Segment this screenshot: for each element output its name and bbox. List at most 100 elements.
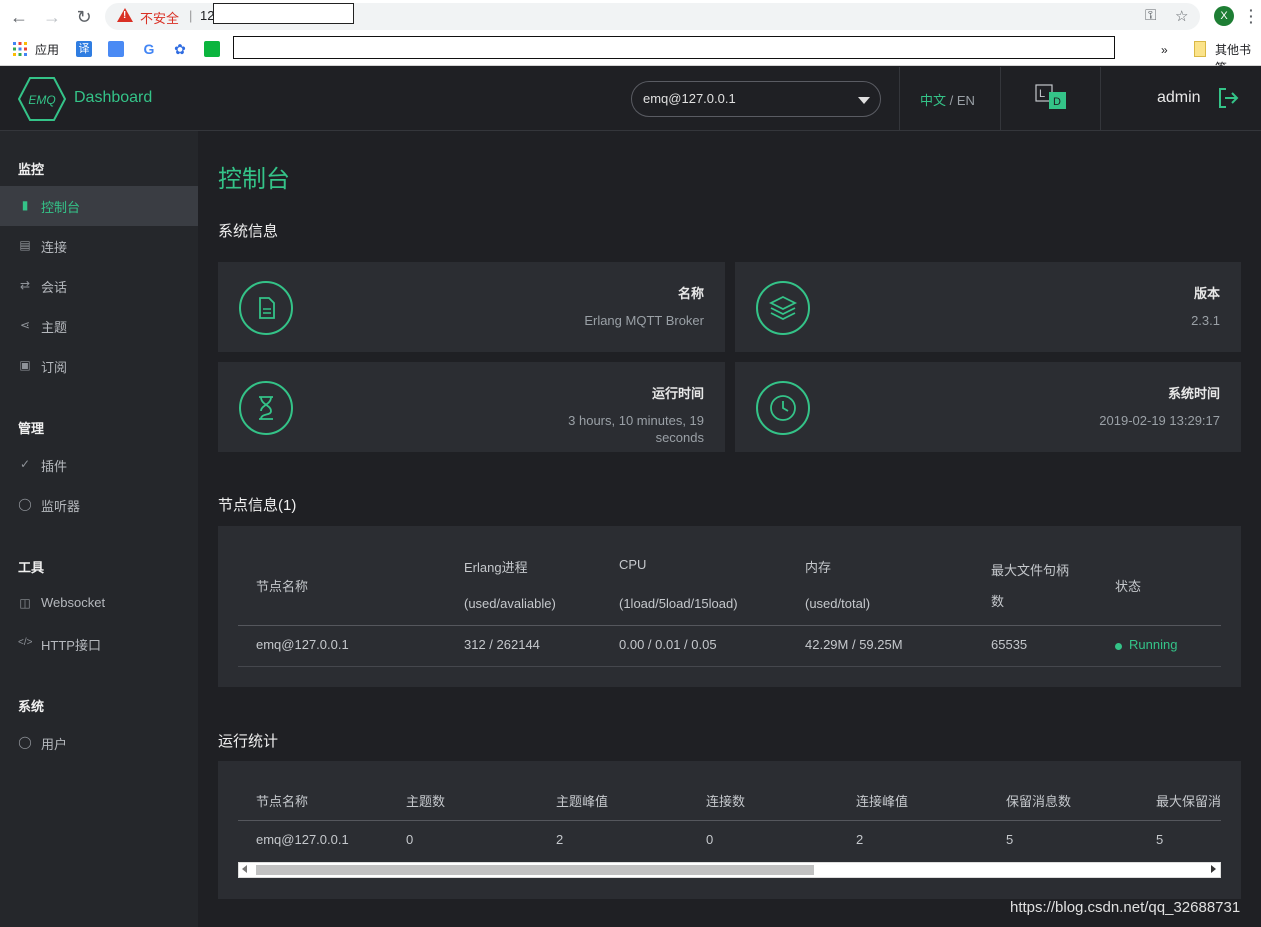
- table-cell: 312 / 262144: [464, 637, 540, 652]
- stats-table: 节点名称 主题数 主题峰值 连接数 连接峰值 保留消息数 最大保留消 emq@1…: [218, 761, 1241, 899]
- header-divider: [1100, 67, 1101, 131]
- language-switch[interactable]: 中文 / EN: [920, 90, 975, 109]
- star-icon[interactable]: ☆: [1175, 7, 1188, 25]
- sidebar-group-system: 系统: [18, 699, 45, 714]
- table-header: 节点名称: [256, 579, 309, 594]
- nodes-table: 节点名称 Erlang进程 (used/avaliable) CPU (1loa…: [218, 526, 1241, 687]
- sidebar-item-label: 插件: [41, 459, 68, 474]
- baidu-paw-icon[interactable]: ✿: [172, 41, 188, 57]
- layers-icon: [756, 281, 810, 335]
- google-translate-icon[interactable]: [108, 41, 124, 57]
- sidebar-item-websocket[interactable]: ◫ Websocket: [0, 584, 198, 624]
- iqiyi-icon[interactable]: [204, 41, 220, 57]
- address-bar[interactable]: 不安全 | 12 ⚿ ☆: [105, 3, 1200, 30]
- logo-text: EMQ: [28, 93, 55, 107]
- node-select[interactable]: emq@127.0.0.1: [631, 81, 881, 117]
- table-cell: 0: [706, 832, 714, 847]
- sidebar-item-label: 主题: [41, 320, 68, 335]
- table-header: 状态: [1115, 579, 1142, 594]
- emq-logo-icon[interactable]: EMQ: [18, 77, 66, 121]
- info-card-value: 3 hours, 10 minutes, 19 seconds: [568, 412, 704, 446]
- scroll-right-icon[interactable]: [1211, 865, 1216, 873]
- more-bookmarks-icon[interactable]: »: [1161, 41, 1168, 59]
- info-card-value: Erlang MQTT Broker: [584, 313, 704, 328]
- table-header: 最大文件句柄: [991, 563, 1070, 578]
- sidebar-item-plugins[interactable]: ✓ 插件: [0, 445, 198, 485]
- info-card-value: 2.3.1: [1191, 313, 1220, 328]
- scroll-thumb[interactable]: [256, 865, 814, 875]
- table-cell: 2: [556, 832, 564, 847]
- clock-icon: [756, 381, 810, 435]
- sidebar-item-http-api[interactable]: </> HTTP接口: [0, 624, 198, 664]
- sidebar-item-subscriptions[interactable]: ▣ 订阅: [0, 346, 198, 386]
- table-header: 最大保留消: [1156, 794, 1221, 809]
- table-cell: 5: [1006, 832, 1014, 847]
- table-cell: 0: [406, 832, 414, 847]
- key-icon[interactable]: ⚿: [1145, 7, 1156, 24]
- google-icon[interactable]: G: [141, 41, 157, 57]
- header-divider: [1000, 67, 1001, 131]
- table-cell: 5: [1156, 832, 1164, 847]
- bookmarks-redaction: [233, 36, 1115, 59]
- svg-text:L: L: [1039, 88, 1045, 100]
- other-bookmarks[interactable]: 其他书签: [1215, 41, 1261, 75]
- sidebar-item-topics[interactable]: ⋖ 主题: [0, 306, 198, 346]
- sidebar-item-label: 用户: [41, 737, 68, 752]
- app-title[interactable]: Dashboard: [74, 89, 152, 107]
- sidebar-item-label: Websocket: [41, 595, 106, 610]
- user-name[interactable]: admin: [1157, 89, 1201, 107]
- lang-cn[interactable]: 中文: [920, 93, 946, 108]
- sidebar-group-manage: 管理: [18, 421, 45, 436]
- url-separator: |: [189, 8, 193, 23]
- profile-avatar[interactable]: X: [1214, 6, 1234, 26]
- scroll-left-icon[interactable]: [242, 865, 247, 873]
- sidebar-item-label: 控制台: [41, 200, 81, 215]
- table-cell: 65535: [991, 637, 1028, 652]
- sidebar-item-users[interactable]: ◯ 用户: [0, 723, 198, 763]
- lang-en[interactable]: EN: [957, 93, 975, 108]
- connection-icon: ▤: [19, 238, 31, 252]
- info-card-value: 2019-02-19 13:29:17: [1099, 413, 1220, 428]
- info-card-label: 运行时间: [651, 386, 704, 401]
- bar-chart-icon: ▮: [21, 198, 29, 212]
- apps-grid-icon[interactable]: [12, 41, 28, 57]
- bookmarks-bar: 应用 译 G ✿ » 其他书签: [0, 33, 1261, 75]
- sidebar-item-label: 订阅: [41, 360, 68, 375]
- svg-text:D: D: [1053, 96, 1061, 108]
- table-cell: 0.00 / 0.01 / 0.05: [619, 637, 717, 652]
- plug-icon: ✓: [19, 457, 31, 471]
- caret-down-icon: [858, 97, 870, 104]
- table-cell: emq@127.0.0.1: [256, 637, 349, 652]
- html5-icon: ◫: [19, 596, 31, 610]
- table-header: 内存: [805, 560, 832, 575]
- horizontal-scrollbar[interactable]: [238, 862, 1221, 878]
- sidebar-item-dashboard[interactable]: ▮ 控制台: [0, 186, 198, 226]
- sidebar-item-listeners[interactable]: ◯ 监听器: [0, 485, 198, 525]
- insecure-label[interactable]: 不安全: [140, 8, 179, 27]
- info-card-version: 版本 2.3.1: [735, 262, 1241, 352]
- back-icon[interactable]: ←: [8, 6, 30, 28]
- menu-icon[interactable]: · · ·: [1249, 3, 1255, 29]
- hourglass-icon: [239, 381, 293, 435]
- user-icon: ◯: [18, 735, 32, 749]
- bookmark-apps[interactable]: 应用: [35, 41, 59, 59]
- table-cell: 2: [856, 832, 864, 847]
- theme-toggle-icon[interactable]: L D: [1035, 84, 1069, 110]
- table-header: 主题峰值: [556, 794, 609, 809]
- sidebar-group-monitor: 监控: [18, 162, 45, 177]
- sidebar-item-connections[interactable]: ▤ 连接: [0, 226, 198, 266]
- section-title-nodes: 节点信息(1): [218, 497, 297, 514]
- forward-icon[interactable]: →: [41, 6, 63, 28]
- node-select-value: emq@127.0.0.1: [643, 91, 736, 106]
- listener-icon: ◯: [18, 497, 32, 511]
- table-header: Erlang进程: [464, 560, 528, 575]
- translate-icon[interactable]: 译: [76, 41, 92, 57]
- folder-icon: [1194, 41, 1206, 57]
- page-title: 控制台: [218, 166, 290, 193]
- logout-icon[interactable]: [1217, 87, 1239, 109]
- reload-icon[interactable]: ↻: [73, 6, 95, 28]
- info-card-label: 名称: [677, 286, 704, 301]
- table-header-sub: (used/total): [805, 596, 871, 611]
- header-divider: [899, 67, 900, 131]
- sidebar-item-sessions[interactable]: ⇄ 会话: [0, 266, 198, 306]
